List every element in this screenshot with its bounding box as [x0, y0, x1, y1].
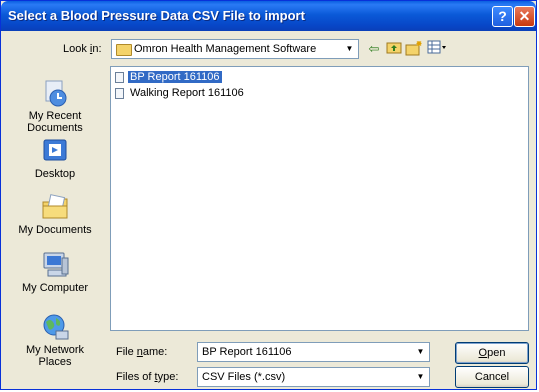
file-name-field[interactable]: BP Report 161106 ▼ — [197, 342, 430, 362]
my-computer-icon — [40, 250, 70, 280]
back-arrow-icon[interactable]: ⇦ — [365, 40, 383, 58]
folder-icon — [116, 44, 132, 56]
new-folder-icon[interactable] — [405, 40, 423, 58]
look-in-dropdown[interactable]: Omron Health Management Software ▼ — [111, 39, 359, 59]
place-my-network[interactable]: My Network Places — [7, 312, 103, 368]
place-label: My Documents — [18, 224, 92, 236]
list-item[interactable]: BP Report 161106 — [115, 71, 222, 85]
place-my-computer[interactable]: My Computer — [7, 250, 103, 294]
close-button[interactable]: ✕ — [514, 6, 535, 27]
chevron-down-icon[interactable]: ▼ — [342, 41, 357, 57]
chevron-down-icon[interactable]: ▼ — [413, 369, 428, 385]
open-button[interactable]: Open — [455, 342, 529, 364]
file-type-dropdown[interactable]: CSV Files (*.csv) ▼ — [197, 367, 430, 387]
place-label: Desktop — [34, 168, 76, 180]
recent-documents-icon — [40, 78, 70, 108]
chevron-down-icon[interactable]: ▼ — [413, 344, 428, 360]
place-recent-documents[interactable]: My Recent Documents — [7, 78, 103, 134]
title-bar[interactable]: Select a Blood Pressure Data CSV File to… — [1, 1, 536, 31]
cancel-button[interactable]: Cancel — [455, 366, 529, 388]
file-type-label: Files of type: — [116, 371, 179, 383]
places-bar: My Recent Documents Desktop My Documents… — [7, 66, 103, 381]
file-open-dialog: Select a Blood Pressure Data CSV File to… — [0, 0, 537, 390]
file-name-value: BP Report 161106 — [202, 346, 292, 358]
help-icon: ? — [498, 8, 507, 24]
file-name: BP Report 161106 — [128, 71, 222, 84]
file-type-value: CSV Files (*.csv) — [202, 371, 286, 383]
file-icon — [115, 71, 124, 83]
place-my-documents[interactable]: My Documents — [7, 192, 103, 236]
file-name: Walking Report 161106 — [130, 87, 244, 100]
view-menu-icon[interactable] — [427, 40, 446, 58]
look-in-label: Look in: — [63, 43, 102, 55]
file-icon — [115, 87, 124, 99]
place-label: My Recent Documents — [27, 110, 83, 134]
help-button[interactable]: ? — [492, 6, 513, 27]
list-item[interactable]: Walking Report 161106 — [115, 87, 246, 101]
look-in-value: Omron Health Management Software — [134, 43, 317, 55]
place-label: My Computer — [21, 282, 89, 294]
place-label: My Network Places — [25, 344, 85, 368]
close-icon: ✕ — [518, 8, 531, 24]
place-desktop[interactable]: Desktop — [7, 136, 103, 180]
file-name-label: File name: — [116, 346, 168, 358]
network-places-icon — [40, 312, 70, 342]
my-documents-icon — [40, 192, 70, 222]
desktop-icon — [40, 136, 70, 166]
dialog-title: Select a Blood Pressure Data CSV File to… — [8, 8, 305, 23]
up-folder-icon[interactable] — [385, 40, 403, 58]
file-list[interactable]: BP Report 161106 Walking Report 161106 — [110, 66, 529, 331]
